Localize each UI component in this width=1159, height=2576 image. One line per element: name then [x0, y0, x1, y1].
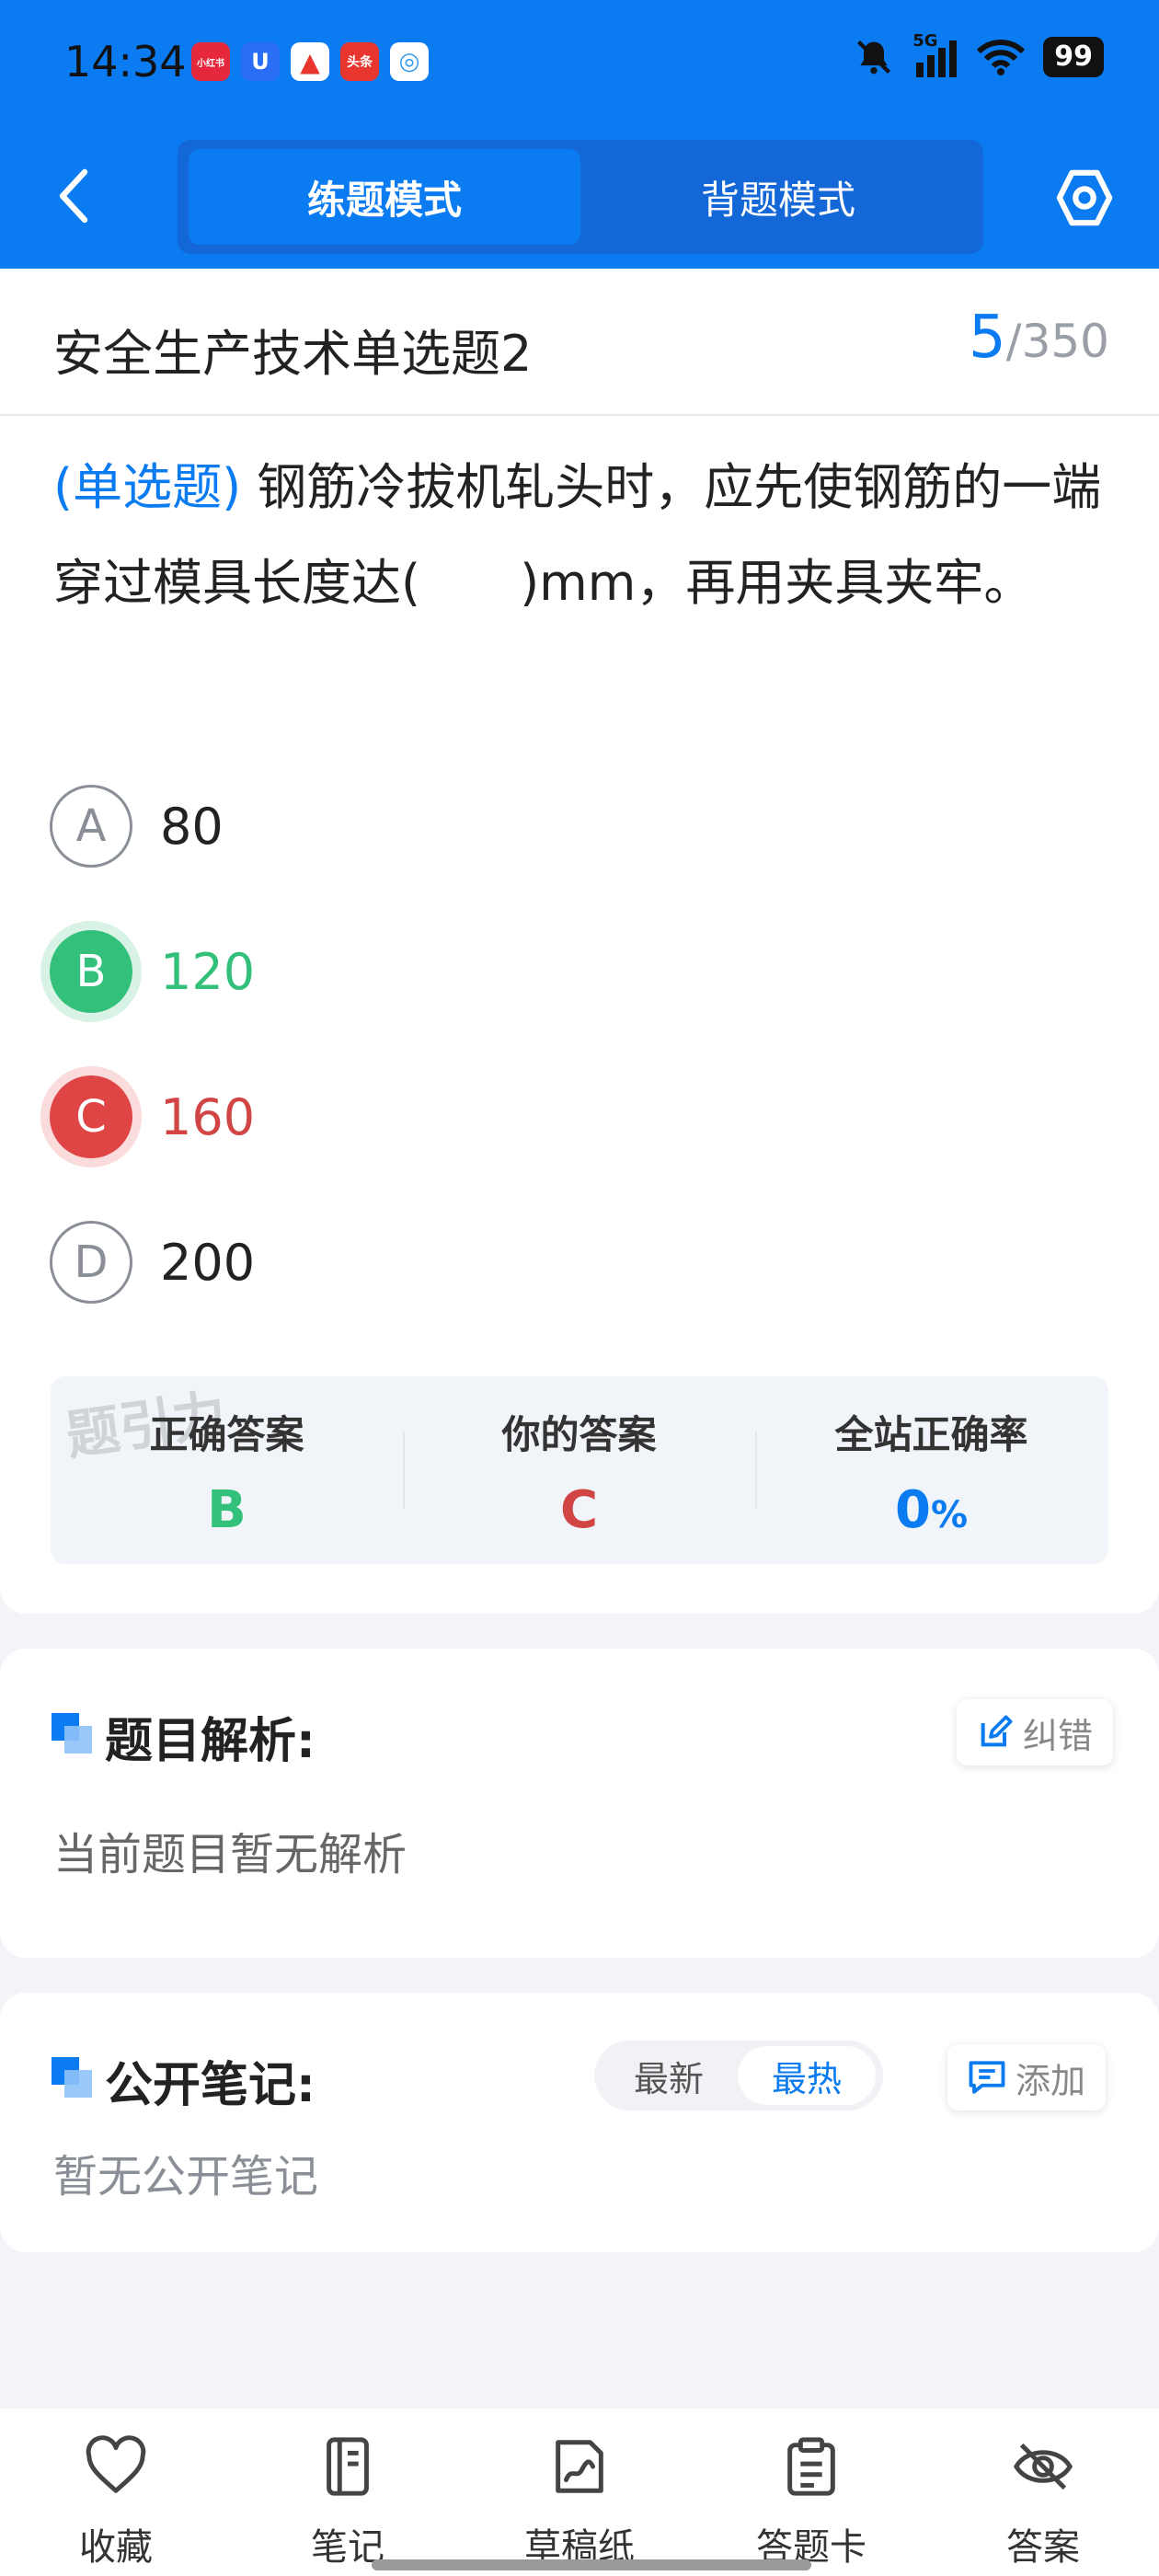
- notification-app-icons: 小红书 U ▲ 头条 ◎: [191, 42, 429, 81]
- analysis-title: 题目解析:: [105, 1714, 316, 1769]
- option-text: 200: [160, 1233, 256, 1292]
- question-set-title: 安全生产技术单选题2: [53, 325, 533, 383]
- your-answer-label: 你的答案: [501, 1412, 657, 1457]
- notes-sort-toggle: 最新 最热: [594, 2041, 883, 2110]
- favorite-button[interactable]: 收藏: [33, 2434, 199, 2570]
- app-icon-xiaohongshu: 小红书: [191, 42, 230, 81]
- add-note-label: 添加: [1016, 2060, 1086, 2101]
- section-marker-icon: [52, 1713, 92, 1754]
- edit-icon: [981, 1715, 1013, 1747]
- signal-bars-icon: [916, 40, 958, 77]
- current-question-number: 5: [968, 304, 1006, 372]
- tab-memorize-mode[interactable]: 背题模式: [582, 149, 974, 245]
- option-letter: C: [50, 1075, 132, 1158]
- option-text: 160: [160, 1087, 256, 1146]
- hexagon-settings-icon: [1056, 169, 1113, 226]
- question-card: 安全生产技术单选题2 5/350 (单选题) 钢筋冷拔机轧头时，应先使钢筋的一端…: [0, 269, 1159, 1614]
- scratch-paper-icon: [556, 2440, 603, 2493]
- bottom-toolbar: 收藏 笔记 草稿纸 答题卡 答案: [0, 2409, 1159, 2576]
- chevron-left-icon: [59, 168, 88, 224]
- notes-card: [0, 1993, 1159, 2252]
- correct-answer-value: B: [207, 1480, 247, 1540]
- notebook-icon: [327, 2437, 369, 2496]
- counter-separator: /: [1005, 315, 1022, 368]
- correct-answer-column: 正确答案 B: [51, 1404, 403, 1540]
- your-answer-value: C: [559, 1480, 599, 1540]
- section-marker-icon: [52, 2057, 92, 2098]
- option-letter: A: [50, 785, 132, 868]
- question-counter: 5/350: [969, 304, 1109, 372]
- question-stem: (单选题) 钢筋冷拔机轧头时，应先使钢筋的一端穿过模具长度达( )mm，再用夹具…: [53, 440, 1111, 631]
- accuracy-number: 0: [894, 1480, 931, 1540]
- signal-icon: 5G: [912, 31, 958, 77]
- back-button[interactable]: [48, 164, 99, 228]
- app-icon-triangle: ▲: [291, 42, 329, 81]
- option-a[interactable]: A 80: [50, 784, 224, 868]
- total-question-count: 350: [1021, 315, 1109, 368]
- accuracy-unit: %: [930, 1494, 969, 1536]
- mode-switch: 练题模式 背题模式: [178, 140, 983, 254]
- status-time: 14:34: [64, 37, 187, 86]
- answer-summary: 题引力 正确答案 B 你的答案 C 全站正确率 0%: [51, 1376, 1108, 1564]
- accuracy-label: 全站正确率: [834, 1412, 1028, 1457]
- report-error-label: 纠错: [1023, 1715, 1094, 1756]
- report-error-button[interactable]: 纠错: [957, 1699, 1114, 1765]
- analysis-card: [0, 1649, 1159, 1958]
- option-text: 80: [160, 797, 224, 856]
- option-b[interactable]: B 120: [50, 929, 255, 1014]
- settings-button[interactable]: [1054, 167, 1115, 228]
- question-type-label: (单选题): [53, 458, 242, 516]
- your-answer-column: 你的答案 C: [403, 1404, 755, 1540]
- notes-title: 公开笔记:: [105, 2058, 316, 2113]
- app-icon-chat: ◎: [390, 42, 429, 81]
- add-note-button[interactable]: 添加: [947, 2044, 1107, 2110]
- option-d[interactable]: D 200: [50, 1220, 255, 1305]
- status-bar: 14:34 小红书 U ▲ 头条 ◎ 5G 99: [0, 0, 1159, 129]
- correct-answer-label: 正确答案: [149, 1412, 304, 1457]
- favorite-label: 收藏: [79, 2526, 153, 2569]
- comment-icon: [969, 2061, 1005, 2094]
- accuracy-value: 0%: [755, 1480, 1107, 1540]
- header-bar: 14:34 小红书 U ▲ 头条 ◎ 5G 99 练题模式 背题模式: [0, 0, 1159, 269]
- accuracy-column: 全站正确率 0%: [755, 1404, 1107, 1540]
- option-letter: D: [50, 1221, 132, 1304]
- notes-button[interactable]: 笔记: [265, 2434, 430, 2570]
- option-c[interactable]: C 160: [50, 1075, 255, 1159]
- sort-hottest[interactable]: 最热: [738, 2046, 876, 2105]
- status-indicators: 5G 99: [854, 31, 1104, 77]
- scratch-paper-button[interactable]: 草稿纸: [497, 2434, 662, 2570]
- question-header: 安全生产技术单选题2 5/350: [0, 269, 1159, 416]
- answer-card-button[interactable]: 答题卡: [729, 2434, 894, 2570]
- answer-toggle-button[interactable]: 答案: [960, 2434, 1126, 2570]
- option-letter: B: [50, 930, 132, 1013]
- app-icon-toutiao: 头条: [340, 42, 379, 81]
- sort-newest[interactable]: 最新: [600, 2046, 738, 2105]
- mute-bell-icon: [857, 40, 891, 75]
- option-text: 120: [160, 942, 256, 1001]
- wifi-icon: [977, 40, 1026, 75]
- app-icon-u: U: [241, 42, 280, 81]
- clipboard-icon: [787, 2437, 835, 2496]
- analysis-body: 当前题目暂无解析: [53, 1829, 407, 1880]
- answer-label: 答案: [1006, 2526, 1080, 2569]
- heart-icon: [86, 2435, 146, 2493]
- battery-level: 99: [1043, 37, 1104, 77]
- eye-off-icon: [1013, 2443, 1073, 2490]
- home-indicator[interactable]: [372, 2559, 811, 2570]
- notes-body: 暂无公开笔记: [53, 2151, 319, 2202]
- tab-practice-mode[interactable]: 练题模式: [189, 149, 580, 245]
